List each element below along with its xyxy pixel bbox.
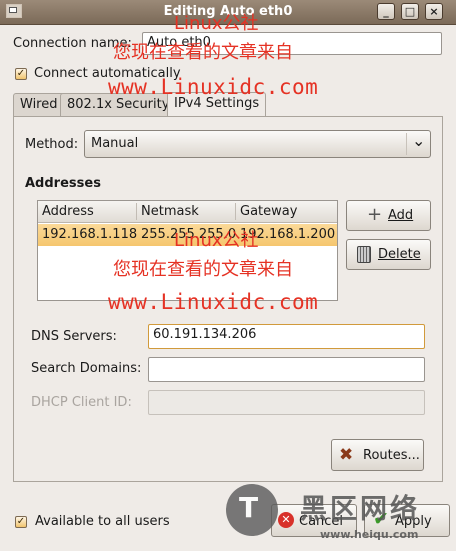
column-header-gateway[interactable]: Gateway xyxy=(236,201,337,223)
column-header-address[interactable]: Address xyxy=(38,201,137,223)
trash-icon xyxy=(357,246,371,263)
search-domains-label: Search Domains: xyxy=(31,361,142,376)
tools-icon: ✖ xyxy=(339,445,354,465)
column-separator xyxy=(235,203,236,220)
heiqu-logo-icon: T xyxy=(226,484,278,536)
available-all-users-label[interactable]: Available to all users xyxy=(35,514,170,529)
delete-button[interactable]: Delete xyxy=(346,239,431,270)
available-all-users-checkbox[interactable]: ✓ xyxy=(15,516,27,528)
dhcp-client-id-input xyxy=(148,390,425,415)
method-value: Manual xyxy=(91,136,139,151)
routes-button[interactable]: ✖ Routes... xyxy=(331,439,424,471)
cancel-icon: ✕ xyxy=(278,512,294,528)
delete-button-label: Delete xyxy=(378,247,421,262)
watermark-text: Linux公社 xyxy=(174,13,259,34)
method-select-divider xyxy=(406,133,407,155)
row-address-cell[interactable]: 192.168.1.118 xyxy=(42,227,137,242)
minimize-button[interactable]: _ xyxy=(377,3,395,20)
add-button[interactable]: + Add xyxy=(346,200,431,231)
watermark-url: www.Linuxidc.com xyxy=(108,75,319,99)
method-select[interactable]: Manual ⌄ xyxy=(84,130,431,158)
addresses-heading: Addresses xyxy=(25,176,101,191)
close-button[interactable]: × xyxy=(425,3,443,20)
watermark-logo-url: www.heiqu.com xyxy=(320,528,419,541)
watermark-logo-text: 黑区网络 xyxy=(300,494,420,525)
method-label: Method: xyxy=(25,137,79,152)
dns-servers-input[interactable]: 60.191.134.206 xyxy=(148,324,425,349)
watermark-url: www.Linuxidc.com xyxy=(108,290,319,314)
dns-servers-label: DNS Servers: xyxy=(31,329,117,344)
connect-automatically-checkbox[interactable]: ✓ xyxy=(15,68,27,80)
watermark-text: 您现在查看的文章来自 xyxy=(113,259,293,280)
maximize-button[interactable]: □ xyxy=(401,3,419,20)
routes-button-label: Routes... xyxy=(363,448,420,463)
watermark-text: 您现在查看的文章来自 xyxy=(113,42,293,63)
plus-icon: + xyxy=(367,204,383,225)
column-separator xyxy=(136,203,137,220)
column-header-netmask[interactable]: Netmask xyxy=(137,201,236,223)
search-domains-input[interactable] xyxy=(148,357,425,382)
chevron-down-icon: ⌄ xyxy=(412,131,426,150)
watermark-text: Linux公社 xyxy=(174,230,259,251)
dhcp-client-id-label: DHCP Client ID: xyxy=(31,395,132,410)
tab-wired[interactable]: Wired xyxy=(13,93,65,117)
add-button-label: Add xyxy=(388,208,414,223)
